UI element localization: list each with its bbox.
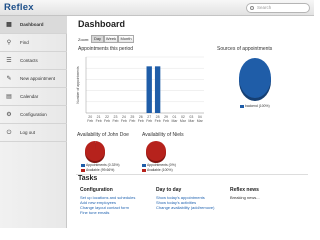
sidebar-item-label: New appointment <box>20 76 56 81</box>
app-logo[interactable]: Reflex <box>4 2 34 13</box>
pie-slice <box>239 58 271 98</box>
sidebar-item-dashboard[interactable]: ▦ Dashboard <box>0 16 67 34</box>
john-availability-title: Availability of John Doe <box>77 132 129 138</box>
legend-label: backend (100%) <box>245 104 270 108</box>
logout-icon: ⏻ <box>6 130 12 136</box>
sources-legend: backend (100%) <box>240 104 270 108</box>
search-placeholder: Search <box>257 5 272 10</box>
sidebar-item-find[interactable]: ⚲ Find <box>0 34 67 52</box>
x-tick-label: 26 Feb <box>137 115 144 123</box>
calendar-icon: ▤ <box>6 94 12 100</box>
appointments-chart-title: Appointments this period <box>78 46 134 52</box>
x-tick-label: 01 Mar <box>171 115 178 123</box>
x-tick-label: 21 Feb <box>95 115 102 123</box>
x-tick-label: 23 Feb <box>112 115 119 123</box>
contacts-icon: ☰ <box>6 58 12 64</box>
john-legend-appointments: Appointments (0.33%) <box>81 163 120 167</box>
tasks-news-title: Reflex news <box>230 187 259 193</box>
top-bar: Reflex Search <box>0 0 314 16</box>
new-appointment-icon: ✎ <box>6 76 12 82</box>
tasks-configuration-title: Configuration <box>80 187 113 193</box>
zoom-day-button[interactable]: Day <box>91 35 104 43</box>
x-tick-label: 27 Feb <box>146 115 153 123</box>
pie-slice <box>84 141 105 161</box>
sidebar-item-label: Dashboard <box>20 22 44 27</box>
bar <box>154 66 161 113</box>
appointments-bar-chart: Number of appointments <box>76 56 204 114</box>
legend-swatch <box>240 104 244 108</box>
task-link[interactable]: Change availability (add/remove) <box>156 205 214 210</box>
tasks-day-to-day-title: Day to day <box>156 187 182 193</box>
x-tick-label: 20 Feb <box>87 115 94 123</box>
sidebar-item-calendar[interactable]: ▤ Calendar <box>0 88 67 106</box>
john-legend-available: Available (99.66%) <box>81 168 114 172</box>
tasks-title: Tasks <box>78 175 98 182</box>
x-tick-label: 25 Feb <box>129 115 136 123</box>
find-icon: ⚲ <box>6 40 12 46</box>
x-tick-label: 24 Feb <box>120 115 127 123</box>
page-title: Dashboard <box>78 19 126 29</box>
zoom-label: Zoom: <box>78 37 90 42</box>
search-icon <box>250 6 254 10</box>
y-axis-label: Number of appointments <box>76 66 80 103</box>
sidebar-item-logout[interactable]: ⏻ Log out <box>0 124 67 142</box>
main-content: Dashboard Zoom: Day Week Month Appointme… <box>68 16 314 228</box>
niels-legend-available: Available (100%) <box>142 168 173 172</box>
sources-chart-title: Sources of appointments <box>217 46 273 52</box>
dashboard-icon: ▦ <box>6 22 12 28</box>
app-window: Reflex Search ▦ Dashboard ⚲ Find ☰ Conta… <box>0 0 314 228</box>
x-tick-label: 02 Mar <box>179 115 186 123</box>
x-tick-label: 22 Feb <box>104 115 111 123</box>
zoom-week-button[interactable]: Week <box>104 35 118 43</box>
task-link[interactable]: Fine tune emails <box>80 210 109 215</box>
sidebar-item-contacts[interactable]: ☰ Contacts <box>0 52 67 70</box>
news-item: Breaking news... <box>230 195 260 200</box>
search-input[interactable]: Search <box>246 3 310 13</box>
section-divider <box>76 174 308 175</box>
x-tick-label: 29 Feb <box>163 115 170 123</box>
sidebar-item-new-appointment[interactable]: ✎ New appointment <box>0 70 67 88</box>
bar <box>146 66 152 113</box>
sidebar-item-label: Contacts <box>20 58 38 63</box>
sidebar-item-configuration[interactable]: ⚙ Configuration <box>0 106 67 124</box>
sources-pie-chart <box>239 58 271 101</box>
x-tick-label: 28 Feb <box>154 115 161 123</box>
x-tick-label: 04 Mar <box>196 115 203 123</box>
x-tick-label: 03 Mar <box>188 115 195 123</box>
sidebar: ▦ Dashboard ⚲ Find ☰ Contacts ✎ New appo… <box>0 16 67 228</box>
niels-availability-title: Availability of Niels <box>142 132 184 138</box>
zoom-month-button[interactable]: Month <box>118 35 134 43</box>
configuration-icon: ⚙ <box>6 112 12 118</box>
sidebar-item-label: Find <box>20 40 29 45</box>
sidebar-item-label: Configuration <box>20 112 47 117</box>
sidebar-item-label: Calendar <box>20 94 39 99</box>
niels-legend-appointments: Appointments (0%) <box>142 163 176 167</box>
pie-slice <box>146 141 166 161</box>
sidebar-item-label: Log out <box>20 130 36 135</box>
